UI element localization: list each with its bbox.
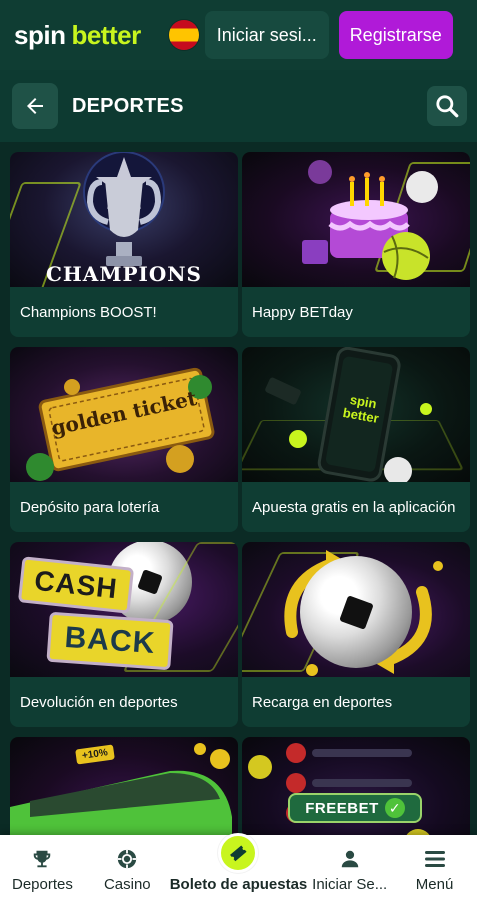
freebet-badge-text: FREEBET bbox=[305, 799, 379, 817]
register-button-label: Registrarse bbox=[349, 24, 442, 45]
promo-image-golden-ticket: golden ticket bbox=[10, 347, 238, 482]
promo-card-label: Apuesta gratis en la aplicación bbox=[252, 498, 456, 516]
logo-text-better: better bbox=[71, 19, 141, 50]
nav-item-betslip[interactable]: Boleto de apuestas bbox=[169, 832, 308, 893]
promo-image-champions: CHAMPIONS bbox=[10, 152, 238, 287]
back-art-label: BACK bbox=[46, 611, 174, 671]
nav-item-casino-label: Casino bbox=[103, 876, 151, 893]
promo-card-happy-betday[interactable]: Happy BETday bbox=[242, 152, 470, 337]
section-header: DEPORTES bbox=[0, 70, 477, 142]
search-icon bbox=[436, 95, 459, 118]
back-button[interactable] bbox=[12, 83, 58, 129]
nav-item-casino[interactable]: Casino bbox=[85, 846, 170, 893]
promo-card-sports-cashback[interactable]: CASH BACK Devolución en deportes bbox=[10, 542, 238, 727]
promo-card-label: Depósito para lotería bbox=[20, 498, 160, 516]
logo-text-spin: spin bbox=[14, 19, 66, 50]
nav-item-login-label: Iniciar Se... bbox=[312, 876, 388, 893]
nav-item-sports-label: Deportes bbox=[11, 876, 73, 893]
champions-art-text: CHAMPIONS bbox=[45, 262, 202, 286]
nav-item-betslip-label: Boleto de apuestas bbox=[169, 876, 308, 893]
spinbetter-logo[interactable]: spin better bbox=[14, 20, 141, 51]
nav-item-sports[interactable]: Deportes bbox=[0, 846, 85, 893]
login-button[interactable]: Iniciar sesi... bbox=[204, 11, 329, 59]
promo-image-reload bbox=[242, 542, 470, 677]
login-button-label: Iniciar sesi... bbox=[216, 24, 317, 45]
nav-item-menu-label: Menú bbox=[415, 876, 454, 893]
betslip-button[interactable] bbox=[218, 833, 259, 873]
cash-art-text: CASH bbox=[32, 564, 120, 605]
freebet-badge: FREEBET ✓ bbox=[288, 793, 422, 823]
promo-image-smartphone: spin better bbox=[242, 347, 470, 482]
promo-card-label: Devolución en deportes bbox=[20, 693, 178, 711]
soccer-ball-icon bbox=[300, 556, 412, 668]
page-title: DEPORTES bbox=[72, 94, 184, 117]
bottom-navigation: Deportes Casino Boleto de apuestas Inici… bbox=[0, 832, 477, 903]
language-flag-icon[interactable] bbox=[168, 20, 199, 50]
check-icon: ✓ bbox=[384, 798, 405, 818]
search-button[interactable] bbox=[427, 86, 467, 126]
birthday-cake-icon bbox=[302, 160, 438, 280]
nav-item-login[interactable]: Iniciar Se... bbox=[307, 846, 392, 893]
user-icon bbox=[341, 850, 358, 868]
promo-card-champions-boost[interactable]: CHAMPIONS Champions BOOST! bbox=[10, 152, 238, 337]
promo-card-lottery-deposit[interactable]: golden ticket Depósito para lotería bbox=[10, 347, 238, 532]
promo-card-sports-reload[interactable]: Recarga en deportes bbox=[242, 542, 470, 727]
poker-chip-icon bbox=[118, 849, 137, 869]
promo-card-app-free-bet[interactable]: spin better Apuesta gratis en la aplicac… bbox=[242, 347, 470, 532]
top-header: spin better Iniciar sesi... Registrarse bbox=[0, 0, 477, 70]
promo-card-label: Happy BETday bbox=[252, 303, 353, 321]
promo-image-birthday bbox=[242, 152, 470, 287]
promo-image-cashback: CASH BACK bbox=[10, 542, 238, 677]
arrow-left-icon bbox=[27, 98, 43, 114]
register-button[interactable]: Registrarse bbox=[338, 11, 453, 59]
ticket-icon bbox=[230, 845, 248, 862]
nav-item-menu[interactable]: Menú bbox=[392, 846, 477, 893]
hamburger-icon bbox=[424, 851, 445, 867]
promo-grid: CHAMPIONS Champions BOOST! Happy BETday … bbox=[10, 152, 470, 903]
promo-card-label: Recarga en deportes bbox=[252, 693, 393, 711]
back-art-text: BACK bbox=[63, 620, 157, 661]
trophy-icon bbox=[34, 850, 51, 868]
promo-card-label: Champions BOOST! bbox=[20, 303, 157, 321]
